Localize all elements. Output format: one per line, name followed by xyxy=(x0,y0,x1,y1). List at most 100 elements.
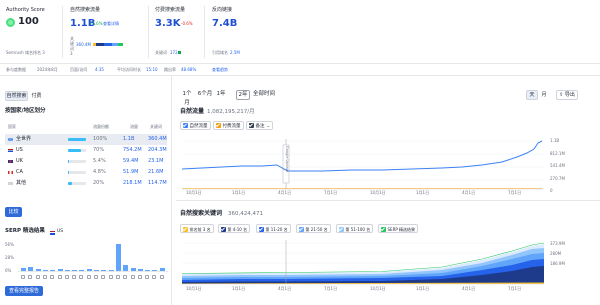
serp-feature-bar[interactable] xyxy=(21,268,26,271)
granularity-day[interactable]: 天 xyxy=(526,90,538,100)
serp-feature-bar[interactable] xyxy=(159,268,165,271)
serp-feature-bar[interactable] xyxy=(64,269,70,271)
tab-1-year[interactable]: 1年 xyxy=(216,90,226,99)
referring-domains-value[interactable]: 2.5M xyxy=(230,50,240,55)
compare-button[interactable]: 比较 xyxy=(5,207,22,217)
serp-feature-bar[interactable] xyxy=(86,269,92,271)
legend-paid[interactable]: 付费流量 xyxy=(213,121,244,130)
organic-traffic-label: 自然搜索流量 xyxy=(70,7,101,13)
serp-feature-bar[interactable] xyxy=(145,269,151,271)
y-axis-label: 0 xyxy=(550,188,553,193)
x-axis-label: 10月1日 xyxy=(186,190,202,195)
y-axis-label: 541.4M xyxy=(550,163,565,168)
legend-item[interactable]: 第 51-100 名 xyxy=(336,224,374,233)
serp-feature-bar[interactable] xyxy=(72,270,78,271)
serp-feature-bar[interactable] xyxy=(152,270,158,271)
bounce-rate-label: 跳出率 xyxy=(164,67,176,72)
table-row[interactable]: 其他 20% 218.1M 114.7M xyxy=(5,178,167,189)
y-axis-label: 373.9M xyxy=(550,241,565,246)
header-share: 流量份额 xyxy=(93,124,109,129)
serp-feature-bar[interactable] xyxy=(50,270,56,271)
country-name[interactable]: UK xyxy=(16,156,23,167)
share-bar-fill xyxy=(68,138,86,141)
legend-label: 第 21-50 名 xyxy=(305,226,328,232)
legend-item[interactable]: 第 21-50 名 xyxy=(296,224,331,233)
serp-feature-bar[interactable] xyxy=(35,269,41,271)
referring-domains-label: 引用域名 xyxy=(212,50,228,55)
export-button[interactable]: ⇪ 导出 xyxy=(556,90,578,100)
share-bar-fill xyxy=(68,182,72,185)
legend-label: SERP 精选结果 xyxy=(387,226,416,232)
traffic-value[interactable]: 59.4M xyxy=(123,156,138,167)
serp-feature-bar[interactable] xyxy=(79,270,85,271)
tab-all-time[interactable]: 全部时间 xyxy=(252,90,276,99)
country-name[interactable]: CA xyxy=(16,167,23,178)
tab-6-months[interactable]: 6个月 xyxy=(197,90,213,99)
paid-traffic-value[interactable]: 3.3K xyxy=(155,18,180,30)
table-row[interactable]: US 70% 754.2M 204.3M xyxy=(5,145,167,156)
legend-item[interactable]: 第 11-20 名 xyxy=(256,224,291,233)
serp-feature-bar[interactable] xyxy=(28,266,34,271)
paid-indicator-icon xyxy=(178,51,181,54)
table-row[interactable]: CA 4.8% 51.9M 21.6M xyxy=(5,167,167,178)
serp-feature-bar[interactable] xyxy=(108,270,114,271)
traffic-share: 5.4% xyxy=(93,158,106,164)
serp-feature-icon xyxy=(130,275,135,279)
keywords-value[interactable]: 23.1M xyxy=(148,156,163,167)
keywords-value[interactable]: 360.4M xyxy=(148,134,167,145)
traffic-y-axis: 1.1B 812.1M 541.4M 270.7M 0 xyxy=(550,138,590,194)
paid-keywords-value[interactable]: 172 xyxy=(170,50,178,55)
serp-feature-bar[interactable] xyxy=(42,269,48,271)
table-row[interactable]: 全世界 100% 1.1B 360.4M xyxy=(5,134,167,145)
country-name[interactable]: 其他 xyxy=(16,178,26,189)
serp-feature-icon xyxy=(86,275,91,279)
keywords-value[interactable]: 114.7M xyxy=(148,178,167,189)
keywords-value[interactable]: 204.3M xyxy=(148,145,167,156)
backlinks-value[interactable]: 7.4B xyxy=(212,18,237,30)
legend-organic[interactable]: 自然流量 xyxy=(180,121,211,130)
organic-toggle[interactable]: 自然搜索 xyxy=(5,91,28,101)
checkbox-checked-icon xyxy=(183,226,188,232)
serp-feature-icon xyxy=(145,275,150,279)
google-update-annotation[interactable]: Google Update xyxy=(285,146,289,172)
legend-label: 第 4-10 名 xyxy=(227,226,248,232)
serp-feature-bar[interactable] xyxy=(115,244,121,271)
traffic-analytics-link[interactable]: 查看趋势 xyxy=(212,67,228,72)
paid-toggle[interactable]: 付费 xyxy=(28,91,45,101)
granularity-month[interactable]: 月 xyxy=(538,90,550,100)
traffic-value[interactable]: 51.9M xyxy=(123,167,138,178)
legend-item[interactable]: SERP 精选结果 xyxy=(378,224,419,233)
x-axis-label: 7月1日 xyxy=(508,286,522,291)
serp-feature-bar[interactable] xyxy=(123,264,129,271)
tab-1-month[interactable]: 1个月 xyxy=(180,90,194,108)
world-flag-icon xyxy=(8,137,13,141)
full-report-button[interactable]: 查看完整报告 xyxy=(5,286,43,296)
traffic-share: 70% xyxy=(93,147,105,153)
organic-details-link[interactable]: 查看详情 xyxy=(103,21,119,26)
serp-feature-bar[interactable] xyxy=(57,268,63,271)
serp-country[interactable]: US xyxy=(57,229,63,235)
table-row[interactable]: UK 5.4% 59.4M 23.1M xyxy=(5,156,167,167)
legend-label: 排名前 3 名 xyxy=(189,226,211,232)
x-axis-label: 4月1日 xyxy=(462,286,476,291)
traffic-value[interactable]: 754.2M xyxy=(123,145,142,156)
traffic-value[interactable]: 1.1B xyxy=(123,134,134,145)
serp-feature-bar[interactable] xyxy=(101,270,107,271)
tab-2-years[interactable]: 2年 xyxy=(236,90,250,100)
engagement-bar: 参与度数据 2024年8月 页面/访问 4.35 平均访问时长 15:10 跳出… xyxy=(0,63,600,76)
country-name[interactable]: US xyxy=(16,145,23,156)
serp-feature-bar[interactable] xyxy=(94,269,99,271)
x-axis-label: 7月1日 xyxy=(324,190,338,195)
legend-notes[interactable]: 备注 ⌄ xyxy=(246,121,274,130)
legend-item[interactable]: 第 4-10 名 xyxy=(218,224,251,233)
y-axis-label: 1.1B xyxy=(550,138,560,143)
serp-feature-bar[interactable] xyxy=(130,267,136,271)
organic-keywords-value[interactable]: 360.4M xyxy=(76,42,91,47)
country-name[interactable]: 全世界 xyxy=(16,134,31,145)
keywords-value[interactable]: 21.6M xyxy=(148,167,163,178)
traffic-value[interactable]: 218.1M xyxy=(123,178,142,189)
uk-flag-icon xyxy=(8,159,13,163)
legend-item[interactable]: 排名前 3 名 xyxy=(180,224,214,233)
traffic-share: 100% xyxy=(93,136,108,142)
serp-feature-bar[interactable] xyxy=(137,269,143,271)
